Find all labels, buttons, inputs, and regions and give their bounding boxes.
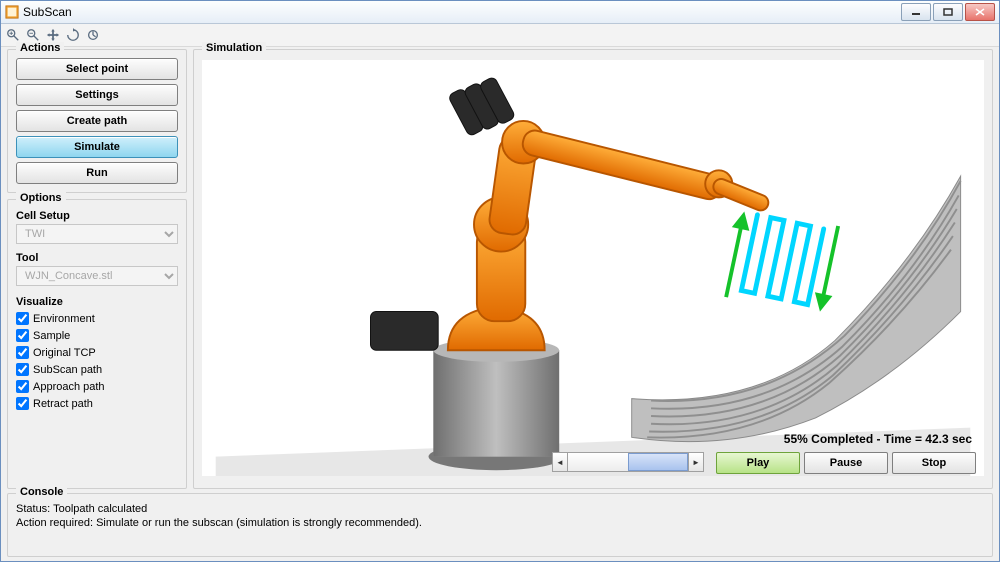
- options-panel: Options Cell Setup TWI Tool WJN_Concave.…: [7, 199, 187, 489]
- maximize-button[interactable]: [933, 3, 963, 21]
- scan-path: [720, 205, 843, 318]
- chk-subscan-path-label: SubScan path: [33, 364, 102, 376]
- chk-retract-path: Retract path: [16, 397, 178, 410]
- slider-thumb[interactable]: [628, 453, 688, 471]
- app-window: SubScan Actions S: [0, 0, 1000, 562]
- chk-subscan-path-input[interactable]: [16, 363, 29, 376]
- chk-retract-path-input[interactable]: [16, 397, 29, 410]
- zoom-in-icon[interactable]: [5, 27, 21, 43]
- select-point-button[interactable]: Select point: [16, 58, 178, 80]
- chk-approach-path-input[interactable]: [16, 380, 29, 393]
- zoom-out-icon[interactable]: [25, 27, 41, 43]
- pan-icon[interactable]: [45, 27, 61, 43]
- window-title: SubScan: [23, 5, 72, 19]
- cell-setup-select[interactable]: TWI: [16, 224, 178, 244]
- chk-original-tcp-input[interactable]: [16, 346, 29, 359]
- slider-track[interactable]: [568, 452, 688, 472]
- chk-subscan-path: SubScan path: [16, 363, 178, 376]
- body: Actions Select point Settings Create pat…: [1, 45, 999, 561]
- close-button[interactable]: [965, 3, 995, 21]
- chk-sample: Sample: [16, 329, 178, 342]
- upper-row: Actions Select point Settings Create pat…: [7, 49, 993, 489]
- run-button[interactable]: Run: [16, 162, 178, 184]
- simulation-legend: Simulation: [202, 42, 266, 54]
- window-buttons: [901, 3, 995, 21]
- home-icon[interactable]: [85, 27, 101, 43]
- console-legend: Console: [16, 486, 67, 498]
- chk-environment-input[interactable]: [16, 312, 29, 325]
- chk-approach-path-label: Approach path: [33, 381, 105, 393]
- tool-label: Tool: [16, 252, 178, 264]
- titlebar: SubScan: [1, 1, 999, 24]
- simulate-button[interactable]: Simulate: [16, 136, 178, 158]
- chk-approach-path: Approach path: [16, 380, 178, 393]
- progress-slider[interactable]: ◄ ►: [552, 452, 704, 472]
- slider-right-arrow[interactable]: ►: [688, 452, 704, 472]
- playback-controls: Play Pause Stop: [716, 452, 976, 474]
- console-line-1: Status: Toolpath calculated: [16, 502, 984, 516]
- pause-button[interactable]: Pause: [804, 452, 888, 474]
- chk-original-tcp: Original TCP: [16, 346, 178, 359]
- rotate-icon[interactable]: [65, 27, 81, 43]
- figure-toolbar: [1, 24, 999, 47]
- app-icon: [5, 5, 19, 19]
- stop-button[interactable]: Stop: [892, 452, 976, 474]
- minimize-button[interactable]: [901, 3, 931, 21]
- chk-sample-input[interactable]: [16, 329, 29, 342]
- chk-sample-label: Sample: [33, 330, 70, 342]
- console-panel: Console Status: Toolpath calculated Acti…: [7, 493, 993, 557]
- options-legend: Options: [16, 192, 66, 204]
- actions-panel: Actions Select point Settings Create pat…: [7, 49, 187, 193]
- chk-original-tcp-label: Original TCP: [33, 347, 96, 359]
- left-column: Actions Select point Settings Create pat…: [7, 49, 187, 489]
- robot-arm: [448, 121, 771, 350]
- chk-retract-path-label: Retract path: [33, 398, 93, 410]
- cell-setup-label: Cell Setup: [16, 210, 178, 222]
- sample-surface: [632, 176, 961, 442]
- simulation-viewport[interactable]: 55% Completed - Time = 42.3 sec ◄ ► Play…: [202, 60, 984, 476]
- settings-button[interactable]: Settings: [16, 84, 178, 106]
- robot-pedestal: [429, 339, 564, 471]
- tool-select[interactable]: WJN_Concave.stl: [16, 266, 178, 286]
- actions-legend: Actions: [16, 42, 64, 54]
- chk-environment: Environment: [16, 312, 178, 325]
- progress-status-text: 55% Completed - Time = 42.3 sec: [784, 432, 972, 446]
- play-button[interactable]: Play: [716, 452, 800, 474]
- simulation-panel: Simulation: [193, 49, 993, 489]
- slider-left-arrow[interactable]: ◄: [552, 452, 568, 472]
- scene-svg: [202, 60, 984, 476]
- create-path-button[interactable]: Create path: [16, 110, 178, 132]
- chk-environment-label: Environment: [33, 313, 95, 325]
- console-line-2: Action required: Simulate or run the sub…: [16, 516, 984, 530]
- right-column: Simulation: [193, 49, 993, 489]
- visualize-label: Visualize: [16, 296, 178, 308]
